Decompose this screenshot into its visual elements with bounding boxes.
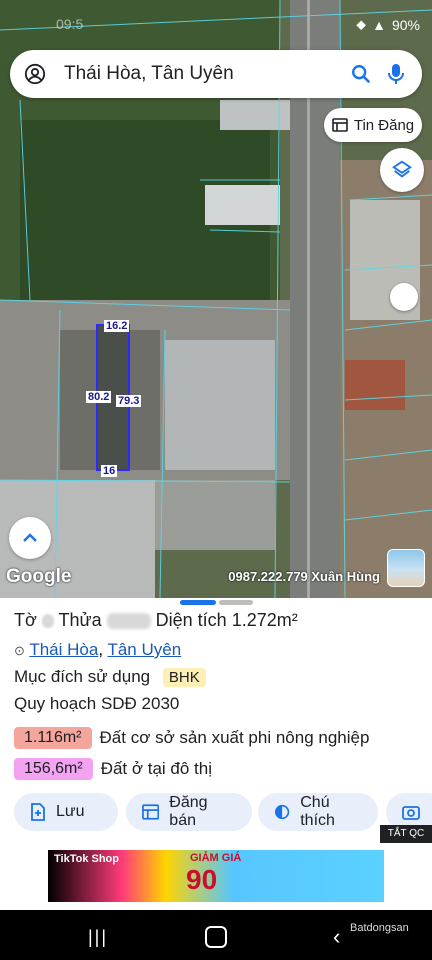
dimension-left: 80.2 (86, 391, 112, 403)
address-separator: , (98, 640, 104, 659)
thua-number-blurred (106, 613, 151, 630)
post-listing-label: Đăng bán (169, 794, 208, 829)
search-icon[interactable] (350, 63, 372, 85)
legend-button[interactable]: Chú thích (258, 793, 378, 831)
area-description: Đất cơ sở sản xuất phi nông nghiệp (99, 728, 370, 747)
listing-icon (142, 804, 160, 820)
status-time: 09:5 (56, 16, 84, 32)
location-icon: ⬥ (356, 16, 367, 32)
area-row: 156,6m² Đất ở tại đô thị (14, 758, 212, 780)
area-value: 1.116m² (14, 727, 92, 749)
save-button[interactable]: Lưu (14, 793, 118, 831)
dimension-right: 79.3 (116, 395, 142, 407)
search-bar[interactable]: Thái Hòa, Tân Uyên (10, 50, 422, 98)
advertisement-banner[interactable]: TikTok Shop GIẢM GIÁ 90 (48, 850, 384, 902)
dimension-bottom: 16 (101, 465, 118, 477)
listing-icon (332, 118, 348, 132)
watermark: Batdongsan (350, 922, 409, 934)
search-input[interactable]: Thái Hòa, Tân Uyên (64, 63, 234, 85)
layers-icon (392, 160, 412, 178)
ward-link[interactable]: Thái Hòa (29, 640, 98, 659)
area-row: 1.116m² Đất cơ sở sản xuất phi nông nghi… (14, 727, 369, 749)
battery-level: 90% (391, 16, 420, 33)
chevron-up-icon (23, 533, 37, 542)
back-icon[interactable]: ‹ (333, 924, 340, 950)
area-value: 156,6m² (14, 758, 93, 780)
address: ⊙ Thái Hòa, Tân Uyên (14, 640, 181, 660)
to-label: Tờ (14, 610, 37, 630)
location-pin-icon: ⊙ (14, 643, 25, 658)
legend-label: Chú thích (300, 794, 335, 829)
ad-promo: GIẢM GIÁ (190, 852, 242, 864)
camera-icon (402, 806, 420, 820)
home-icon[interactable] (205, 926, 227, 948)
thua-label: Thửa (58, 610, 102, 630)
sheet-handle-active[interactable] (180, 600, 216, 605)
land-use-purpose: Mục đích sử dụng BHK (14, 667, 206, 687)
district-link[interactable]: Tân Uyên (107, 640, 181, 659)
to-number-blurred (41, 614, 54, 629)
contrast-icon (274, 804, 290, 820)
dimension-top: 16.2 (104, 320, 130, 332)
system-navigation-bar: ||| ‹ (0, 910, 432, 960)
plan-label: Quy hoạch SDĐ 2030 (14, 694, 180, 713)
save-icon (31, 803, 45, 821)
sheet-handle[interactable] (219, 600, 253, 605)
purpose-label: Mục đích sử dụng (14, 667, 151, 686)
signal-icon: ▲ (372, 16, 386, 33)
post-listing-button[interactable]: Đăng bán (126, 793, 252, 831)
status-bar: 09:5 ⬥ ▲ 90% (0, 10, 432, 40)
purpose-code-badge: BHK (162, 668, 206, 687)
expand-button[interactable] (9, 517, 51, 559)
contact-info[interactable]: 0987.222.779 Xuân Hùng (228, 569, 380, 584)
tin-dang-label: Tin Đăng (353, 116, 415, 134)
dien-tich-value: 1.272m² (231, 610, 298, 630)
ad-percent: 90 (186, 864, 218, 895)
close-ads-button[interactable]: TẮT QC (380, 825, 432, 843)
map-handle-button[interactable] (390, 283, 418, 311)
dien-tich-label: Diện tích (155, 610, 227, 630)
recent-apps-icon[interactable]: ||| (88, 927, 108, 948)
microphone-icon[interactable] (386, 62, 406, 86)
account-icon[interactable] (24, 63, 46, 85)
save-label: Lưu (56, 803, 85, 820)
tin-dang-button[interactable]: Tin Đăng (324, 108, 422, 142)
ad-brand: TikTok Shop (54, 853, 119, 865)
google-logo: Google (6, 566, 72, 587)
layers-button[interactable] (380, 148, 424, 192)
area-description: Đất ở tại đô thị (100, 759, 213, 778)
parcel-title: Tờ Thửa Diện tích 1.272m² (14, 610, 298, 631)
contact-thumbnail[interactable] (387, 549, 425, 587)
